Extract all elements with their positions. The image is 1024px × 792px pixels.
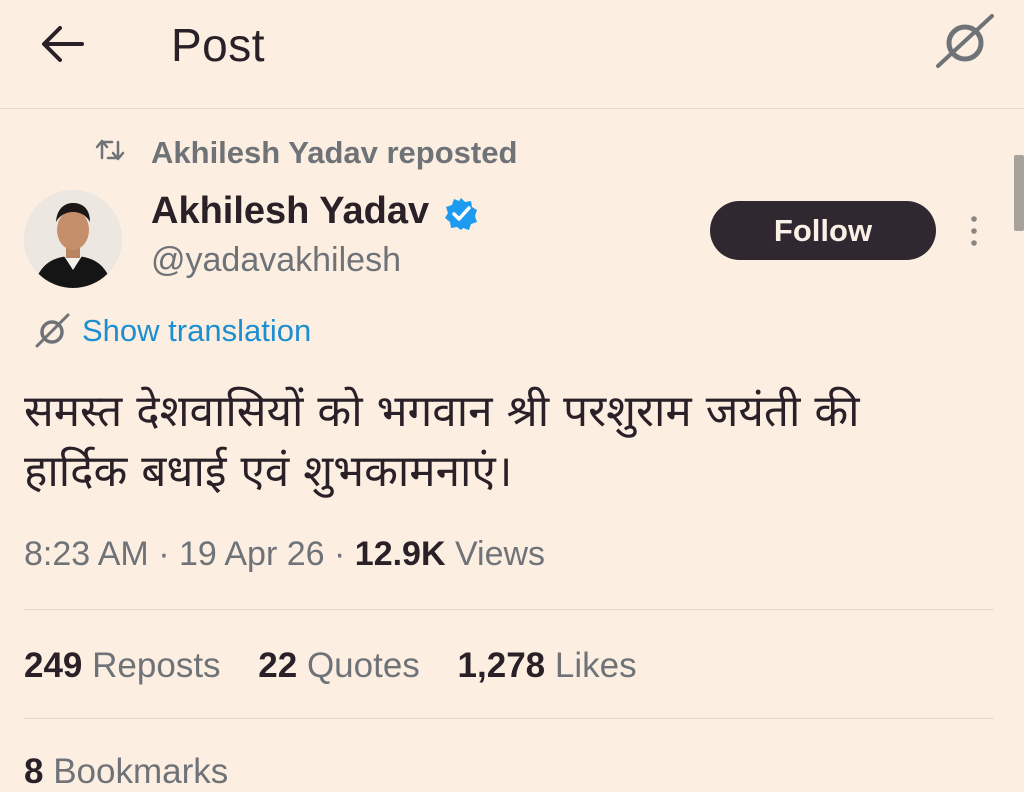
meta-separator: · xyxy=(158,535,170,573)
quotes-stat[interactable]: 22 Quotes xyxy=(258,646,420,685)
bookmarks-stat[interactable]: 8 Bookmarks xyxy=(24,752,228,792)
scrollbar[interactable] xyxy=(1014,155,1024,231)
bookmarks-count: 8 xyxy=(24,752,44,791)
page-title: Post xyxy=(171,19,266,71)
quotes-count: 22 xyxy=(258,646,298,685)
verified-badge-icon xyxy=(445,198,477,230)
arrow-left-icon[interactable] xyxy=(38,22,86,66)
follow-button[interactable]: Follow xyxy=(710,201,936,260)
quotes-label: Quotes xyxy=(306,646,420,685)
divider xyxy=(24,718,994,719)
views-label[interactable]: Views xyxy=(455,535,545,573)
more-options-icon[interactable] xyxy=(962,210,986,252)
repost-icon xyxy=(95,139,125,161)
avatar-image xyxy=(24,190,122,288)
top-bar xyxy=(0,0,1024,109)
author-name[interactable]: Akhilesh Yadav xyxy=(151,190,429,233)
author-handle[interactable]: @yadavakhilesh xyxy=(151,241,401,280)
post-text-line: समस्त देशवासियों को भगवान श्री परशुराम ज… xyxy=(24,386,860,437)
likes-stat[interactable]: 1,278 Likes xyxy=(458,646,637,685)
bookmarks-label: Bookmarks xyxy=(53,752,229,791)
reposts-stat[interactable]: 249 Reposts xyxy=(24,646,221,685)
reposts-label: Reposts xyxy=(92,646,221,685)
likes-label: Likes xyxy=(554,646,637,685)
post-time: 8:23 AM xyxy=(24,535,149,573)
translate-small-icon xyxy=(35,313,70,348)
post-text: समस्त देशवासियों को भगवान श्री परशुराम ज… xyxy=(24,382,984,502)
views-count: 12.9K xyxy=(354,535,446,573)
post-stats: 249 Reposts 22 Quotes 1,278 Likes xyxy=(24,646,665,686)
post-text-line: हार्दिक बधाई एवं शुभकामनाएं। xyxy=(24,446,513,497)
show-translation-link[interactable]: Show translation xyxy=(82,313,311,349)
repost-label: Akhilesh Yadav reposted xyxy=(151,135,518,170)
divider xyxy=(24,609,994,610)
translate-icon[interactable] xyxy=(934,12,996,70)
post-meta: 8:23 AM · 19 Apr 26 · 12.9K Views xyxy=(24,535,545,574)
reposts-count: 249 xyxy=(24,646,83,685)
avatar[interactable] xyxy=(24,190,122,288)
meta-separator: · xyxy=(334,535,346,573)
likes-count: 1,278 xyxy=(457,646,546,685)
post-date: 19 Apr 26 xyxy=(178,535,325,573)
